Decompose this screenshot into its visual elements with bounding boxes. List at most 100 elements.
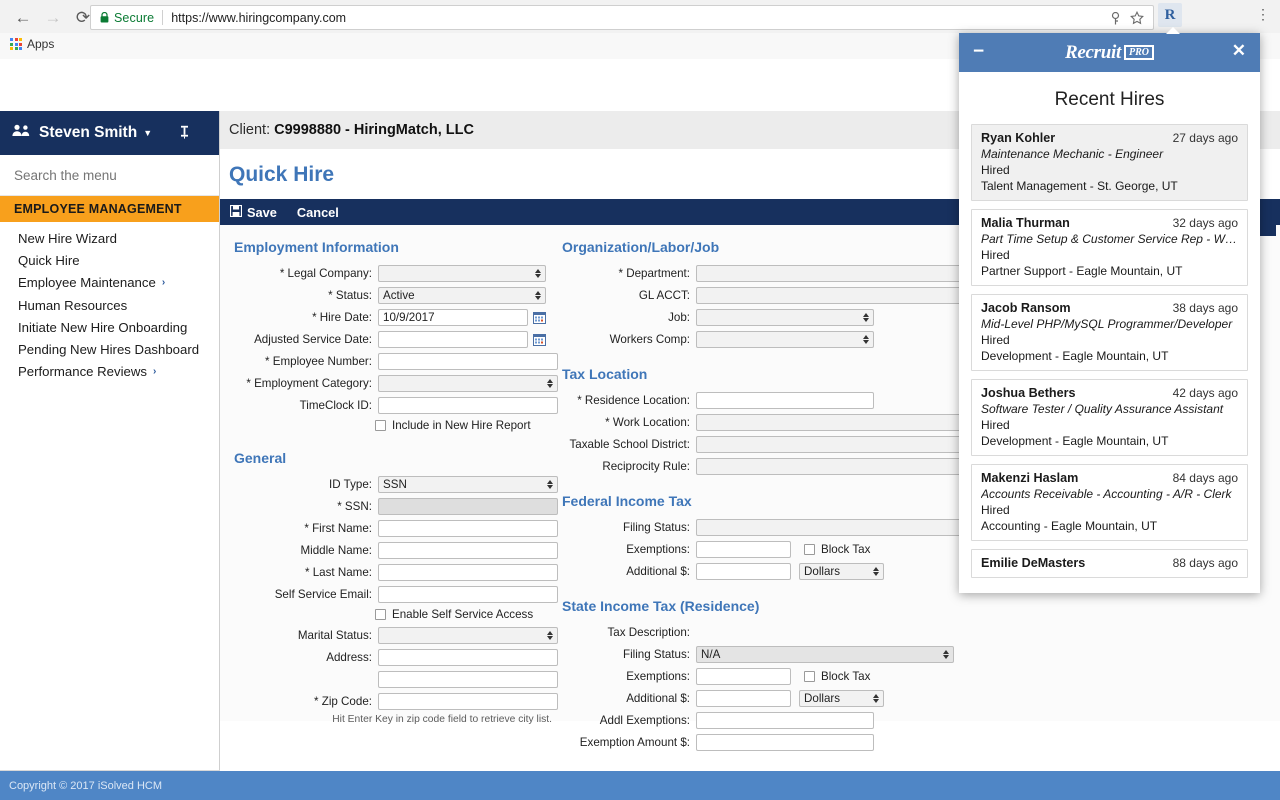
field-label: Exemptions: xyxy=(550,543,696,556)
recent-hires-list: Ryan Kohler 27 days ago Maintenance Mech… xyxy=(959,124,1260,578)
heading-employment-information: Employment Information xyxy=(234,239,560,255)
ssn-input xyxy=(378,498,558,515)
hire-date-input[interactable]: 10/9/2017 xyxy=(378,309,528,326)
list-item[interactable]: Malia Thurman 32 days ago Part Time Setu… xyxy=(971,209,1248,286)
address-line1-input[interactable] xyxy=(378,649,558,666)
federal-exemptions-input[interactable] xyxy=(696,541,791,558)
sidebar-search[interactable] xyxy=(0,155,219,196)
field-employee-number: * Employee Number: xyxy=(220,352,560,370)
copyright-text: Copyright © 2017 iSolved HCM xyxy=(9,780,162,792)
marital-status-select[interactable] xyxy=(378,627,558,644)
minimize-icon[interactable]: − xyxy=(973,42,984,61)
field-marital-status: Marital Status: xyxy=(220,626,560,644)
sidebar-user-menu[interactable]: Steven Smith ▼ xyxy=(0,111,219,155)
list-item[interactable]: Makenzi Haslam 84 days ago Accounts Rece… xyxy=(971,464,1248,541)
apps-shortcut[interactable]: Apps xyxy=(10,37,54,51)
field-zip-code: * Zip Code: xyxy=(220,692,560,710)
last-name-input[interactable] xyxy=(378,564,558,581)
hire-location: Development - Eagle Mountain, UT xyxy=(981,349,1238,363)
id-type-select[interactable]: SSN xyxy=(378,476,558,493)
sidebar-item-initiate-new-hire-onboarding[interactable]: Initiate New Hire Onboarding xyxy=(0,316,219,338)
field-label: Taxable School District: xyxy=(550,438,696,451)
forward-arrow-icon: → xyxy=(38,5,68,29)
sidebar-item-new-hire-wizard[interactable]: New Hire Wizard xyxy=(0,227,219,249)
adjusted-service-date-input[interactable] xyxy=(378,331,528,348)
back-arrow-icon[interactable]: ← xyxy=(8,5,38,29)
middle-name-input[interactable] xyxy=(378,542,558,559)
checkbox-label: Enable Self Service Access xyxy=(392,608,533,621)
legal-company-select[interactable] xyxy=(378,265,546,282)
sidebar-item-pending-new-hires-dashboard[interactable]: Pending New Hires Dashboard xyxy=(0,338,219,360)
address-bar[interactable]: Secure https://www.hiringcompany.com xyxy=(90,5,1154,30)
zip-code-hint: Hit Enter Key in zip code field to retri… xyxy=(220,714,552,725)
federal-block-tax-checkbox[interactable] xyxy=(804,544,815,555)
state-filing-status-select[interactable]: N/A xyxy=(696,646,954,663)
job-select[interactable] xyxy=(696,309,874,326)
employee-number-input[interactable] xyxy=(378,353,558,370)
field-label: Filing Status: xyxy=(550,521,696,534)
list-item[interactable]: Joshua Bethers 42 days ago Software Test… xyxy=(971,379,1248,456)
sidebar-item-quick-hire[interactable]: Quick Hire xyxy=(0,249,219,271)
cancel-button[interactable]: Cancel xyxy=(297,205,339,220)
pin-icon[interactable] xyxy=(178,125,191,142)
calendar-icon[interactable] xyxy=(533,333,546,346)
kebab-menu-icon[interactable]: ⋮ xyxy=(1256,7,1270,21)
sidebar-item-label: Employee Maintenance xyxy=(18,275,156,290)
hire-location: Accounting - Eagle Mountain, UT xyxy=(981,519,1238,533)
calendar-icon[interactable] xyxy=(533,311,546,324)
field-label: * Work Location: xyxy=(550,416,696,429)
state-exemptions-input[interactable] xyxy=(696,668,791,685)
client-value: C9998880 - HiringMatch, LLC xyxy=(274,122,474,138)
first-name-input[interactable] xyxy=(378,520,558,537)
zip-code-input[interactable] xyxy=(378,693,558,710)
field-label: * Status: xyxy=(220,289,378,302)
extension-icons: R xyxy=(1158,3,1182,27)
list-item[interactable]: Ryan Kohler 27 days ago Maintenance Mech… xyxy=(971,124,1248,201)
federal-additional-unit-select[interactable]: Dollars xyxy=(799,563,884,580)
hire-name: Jacob Ransom xyxy=(981,301,1071,315)
workers-comp-select[interactable] xyxy=(696,331,874,348)
field-label: * Last Name: xyxy=(220,566,378,579)
list-item[interactable]: Jacob Ransom 38 days ago Mid-Level PHP/M… xyxy=(971,294,1248,371)
hire-role: Part Time Setup & Customer Service Rep -… xyxy=(981,232,1238,246)
field-label: Reciprocity Rule: xyxy=(550,460,696,473)
timeclock-id-input[interactable] xyxy=(378,397,558,414)
field-state-additional: Additional $: Dollars xyxy=(550,689,1250,707)
save-button[interactable]: Save xyxy=(230,205,277,220)
residence-location-input[interactable] xyxy=(696,392,874,409)
recruitpro-title: Recent Hires xyxy=(959,72,1260,124)
state-block-tax-checkbox[interactable] xyxy=(804,671,815,682)
state-block-tax-label: Block Tax xyxy=(821,670,870,683)
sidebar-item-performance-reviews[interactable]: Performance Reviews› xyxy=(0,361,219,383)
sidebar-section-employee-management[interactable]: EMPLOYEE MANAGEMENT xyxy=(0,196,219,222)
state-exemption-amount-input[interactable] xyxy=(696,734,874,751)
hire-header: Jacob Ransom 38 days ago xyxy=(981,301,1238,315)
close-icon[interactable]: ✕ xyxy=(1232,42,1246,59)
field-label: * Legal Company: xyxy=(220,267,378,280)
federal-additional-input[interactable] xyxy=(696,563,791,580)
checkbox-enable-self-service-access[interactable]: Enable Self Service Access xyxy=(375,608,560,621)
field-label: Additional $: xyxy=(550,565,696,578)
field-ssn: * SSN: xyxy=(220,497,560,515)
status-select[interactable]: Active xyxy=(378,287,546,304)
hire-location: Talent Management - St. George, UT xyxy=(981,179,1238,193)
sidebar-item-human-resources[interactable]: Human Resources xyxy=(0,294,219,316)
field-adjusted-service-date: Adjusted Service Date: xyxy=(220,330,560,348)
list-item[interactable]: Emilie DeMasters 88 days ago xyxy=(971,549,1248,578)
logo-word: Recruit xyxy=(1065,42,1121,64)
address-line2-input[interactable] xyxy=(378,671,558,688)
recruitpro-extension-icon[interactable]: R xyxy=(1158,3,1182,27)
checkbox-box[interactable] xyxy=(375,609,386,620)
checkbox-include-in-new-hire-report[interactable]: Include in New Hire Report xyxy=(375,419,560,432)
search-input[interactable] xyxy=(12,167,206,184)
key-icon[interactable] xyxy=(1105,9,1125,27)
star-icon[interactable] xyxy=(1127,9,1147,27)
hire-header: Ryan Kohler 27 days ago xyxy=(981,131,1238,145)
self-service-email-input[interactable] xyxy=(378,586,558,603)
state-additional-input[interactable] xyxy=(696,690,791,707)
checkbox-box[interactable] xyxy=(375,420,386,431)
sidebar-item-employee-maintenance[interactable]: Employee Maintenance› xyxy=(0,272,219,294)
state-addl-exemptions-input[interactable] xyxy=(696,712,874,729)
state-additional-unit-select[interactable]: Dollars xyxy=(799,690,884,707)
employment-category-select[interactable] xyxy=(378,375,558,392)
